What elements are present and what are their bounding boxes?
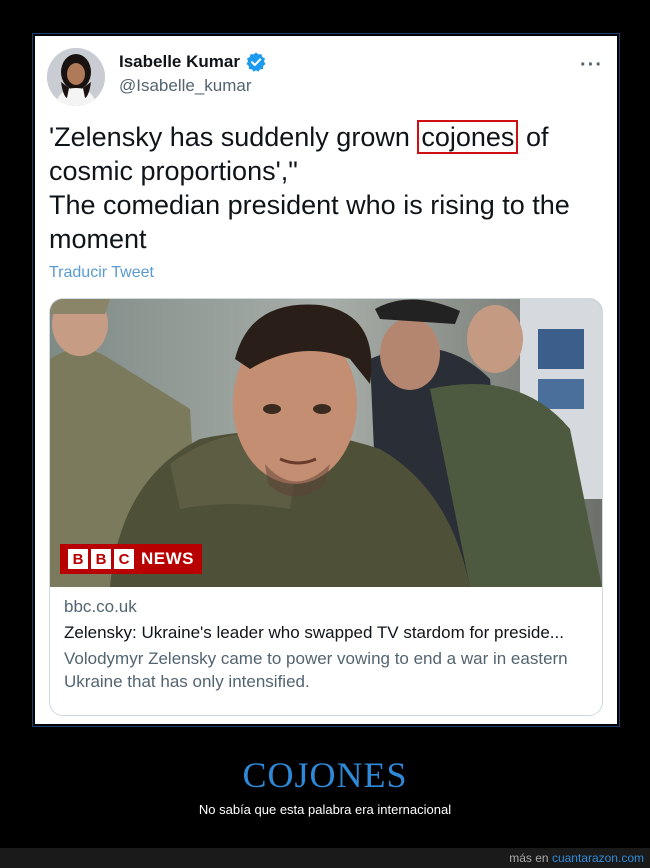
tweet-text-line-2: The comedian president who is rising to … <box>49 190 570 254</box>
tweet-text-start: 'Zelensky has suddenly grown <box>49 122 418 152</box>
more-options-icon[interactable]: ··· <box>580 54 603 77</box>
author-handle[interactable]: @Isabelle_kumar <box>119 76 266 96</box>
bbc-logo-letter-b1: B <box>68 549 88 569</box>
link-preview-card[interactable]: B B C NEWS bbc.co.uk Zelensky: Ukraine's… <box>49 298 603 716</box>
caption-subtitle: No sabía que esta palabra era internacio… <box>198 802 452 817</box>
bbc-logo-news: NEWS <box>141 549 194 568</box>
card-title[interactable]: Zelensky: Ukraine's leader who swapped T… <box>64 623 590 643</box>
avatar[interactable] <box>47 48 105 106</box>
card-body: bbc.co.uk Zelensky: Ukraine's leader who… <box>64 597 590 693</box>
tweet-text: 'Zelensky has suddenly grown cojones of … <box>49 120 605 256</box>
bbc-logo-letter-b2: B <box>91 549 111 569</box>
footer-prefix: más en <box>509 851 549 865</box>
footer-bar: más en cuantarazon.com <box>0 848 650 868</box>
tweet-card: Isabelle Kumar @Isabelle_kumar ··· 'Zele… <box>35 36 617 724</box>
bbc-news-logo: B B C NEWS <box>60 544 202 574</box>
caption-title: COJONES <box>242 755 408 795</box>
site-link[interactable]: cuantarazon.com <box>552 851 644 865</box>
author-block: Isabelle Kumar @Isabelle_kumar <box>119 52 266 96</box>
card-description: Volodymyr Zelensky came to power vowing … <box>64 649 568 691</box>
author-name[interactable]: Isabelle Kumar <box>119 52 240 72</box>
verified-badge-icon <box>246 52 266 72</box>
news-photo: B B C NEWS <box>50 299 602 587</box>
translate-tweet-link[interactable]: Traducir Tweet <box>49 264 154 282</box>
card-domain: bbc.co.uk <box>64 597 137 616</box>
bbc-logo-letter-c: C <box>114 549 134 569</box>
tweet-header: Isabelle Kumar @Isabelle_kumar ··· <box>47 48 605 108</box>
footer-text: más en cuantarazon.com <box>509 851 644 865</box>
highlighted-word: cojones <box>417 120 519 154</box>
post-frame: Isabelle Kumar @Isabelle_kumar ··· 'Zele… <box>32 33 620 727</box>
